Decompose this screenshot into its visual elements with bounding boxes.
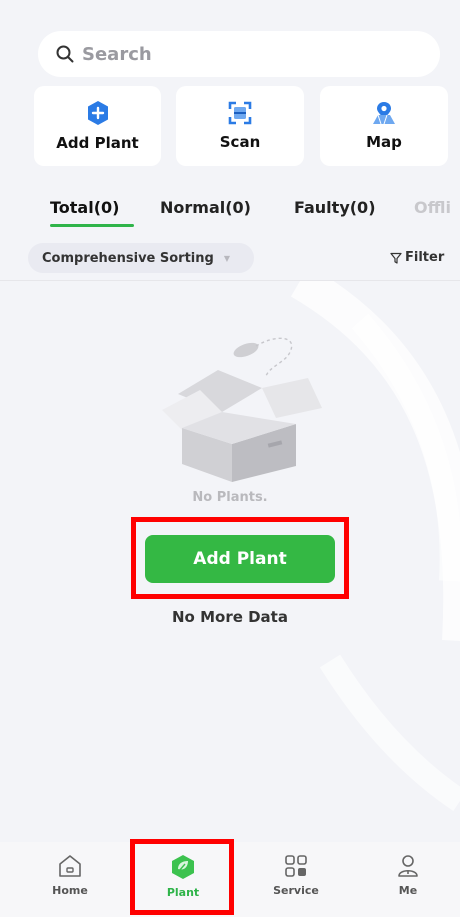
me-icon bbox=[398, 855, 418, 877]
sort-label: Comprehensive Sorting bbox=[42, 250, 214, 266]
empty-box-illustration bbox=[162, 337, 322, 482]
map-card-label: Map bbox=[366, 133, 402, 151]
nav-me-label: Me bbox=[398, 884, 418, 897]
tab-normal[interactable]: Normal(0) bbox=[160, 198, 251, 217]
add-plant-card-label: Add Plant bbox=[56, 134, 139, 152]
tab-total[interactable]: Total(0) bbox=[50, 198, 119, 217]
nav-service-label: Service bbox=[273, 884, 319, 897]
sort-dropdown[interactable]: Comprehensive Sorting ▼ bbox=[28, 243, 254, 273]
nav-home[interactable]: Home bbox=[30, 854, 110, 897]
caret-down-icon: ▼ bbox=[223, 253, 230, 263]
empty-state-message: No Plants. bbox=[192, 490, 268, 505]
map-card[interactable]: Map bbox=[320, 86, 448, 166]
add-plant-icon bbox=[87, 101, 108, 125]
filter-icon bbox=[390, 252, 402, 264]
filter-button[interactable]: Filter bbox=[390, 250, 444, 265]
active-tab-indicator bbox=[50, 224, 134, 227]
tab-faulty[interactable]: Faulty(0) bbox=[294, 198, 376, 217]
scan-card-label: Scan bbox=[219, 133, 261, 151]
highlight-frame bbox=[131, 517, 349, 599]
plant-list-screen: Search Add Plant Scan Map Total(0) Norma… bbox=[0, 0, 460, 917]
search-bar[interactable]: Search bbox=[38, 31, 440, 77]
no-more-data-label: No More Data bbox=[172, 608, 288, 626]
search-icon bbox=[56, 45, 74, 63]
home-icon bbox=[59, 855, 81, 877]
add-plant-card[interactable]: Add Plant bbox=[34, 86, 161, 166]
nav-me[interactable]: Me bbox=[368, 854, 448, 897]
status-tabs: Total(0) Normal(0) Faulty(0) Offli bbox=[0, 194, 460, 234]
nav-service[interactable]: Service bbox=[256, 854, 336, 897]
search-placeholder: Search bbox=[82, 43, 152, 65]
tab-offline[interactable]: Offli bbox=[414, 198, 451, 217]
scan-icon bbox=[228, 101, 252, 125]
highlight-frame bbox=[130, 839, 234, 915]
nav-home-label: Home bbox=[52, 884, 88, 897]
map-icon bbox=[373, 102, 395, 125]
service-icon bbox=[285, 855, 307, 877]
scan-card[interactable]: Scan bbox=[176, 86, 304, 166]
sort-filter-bar: Comprehensive Sorting ▼ Filter bbox=[0, 240, 460, 278]
filter-label: Filter bbox=[405, 250, 445, 265]
